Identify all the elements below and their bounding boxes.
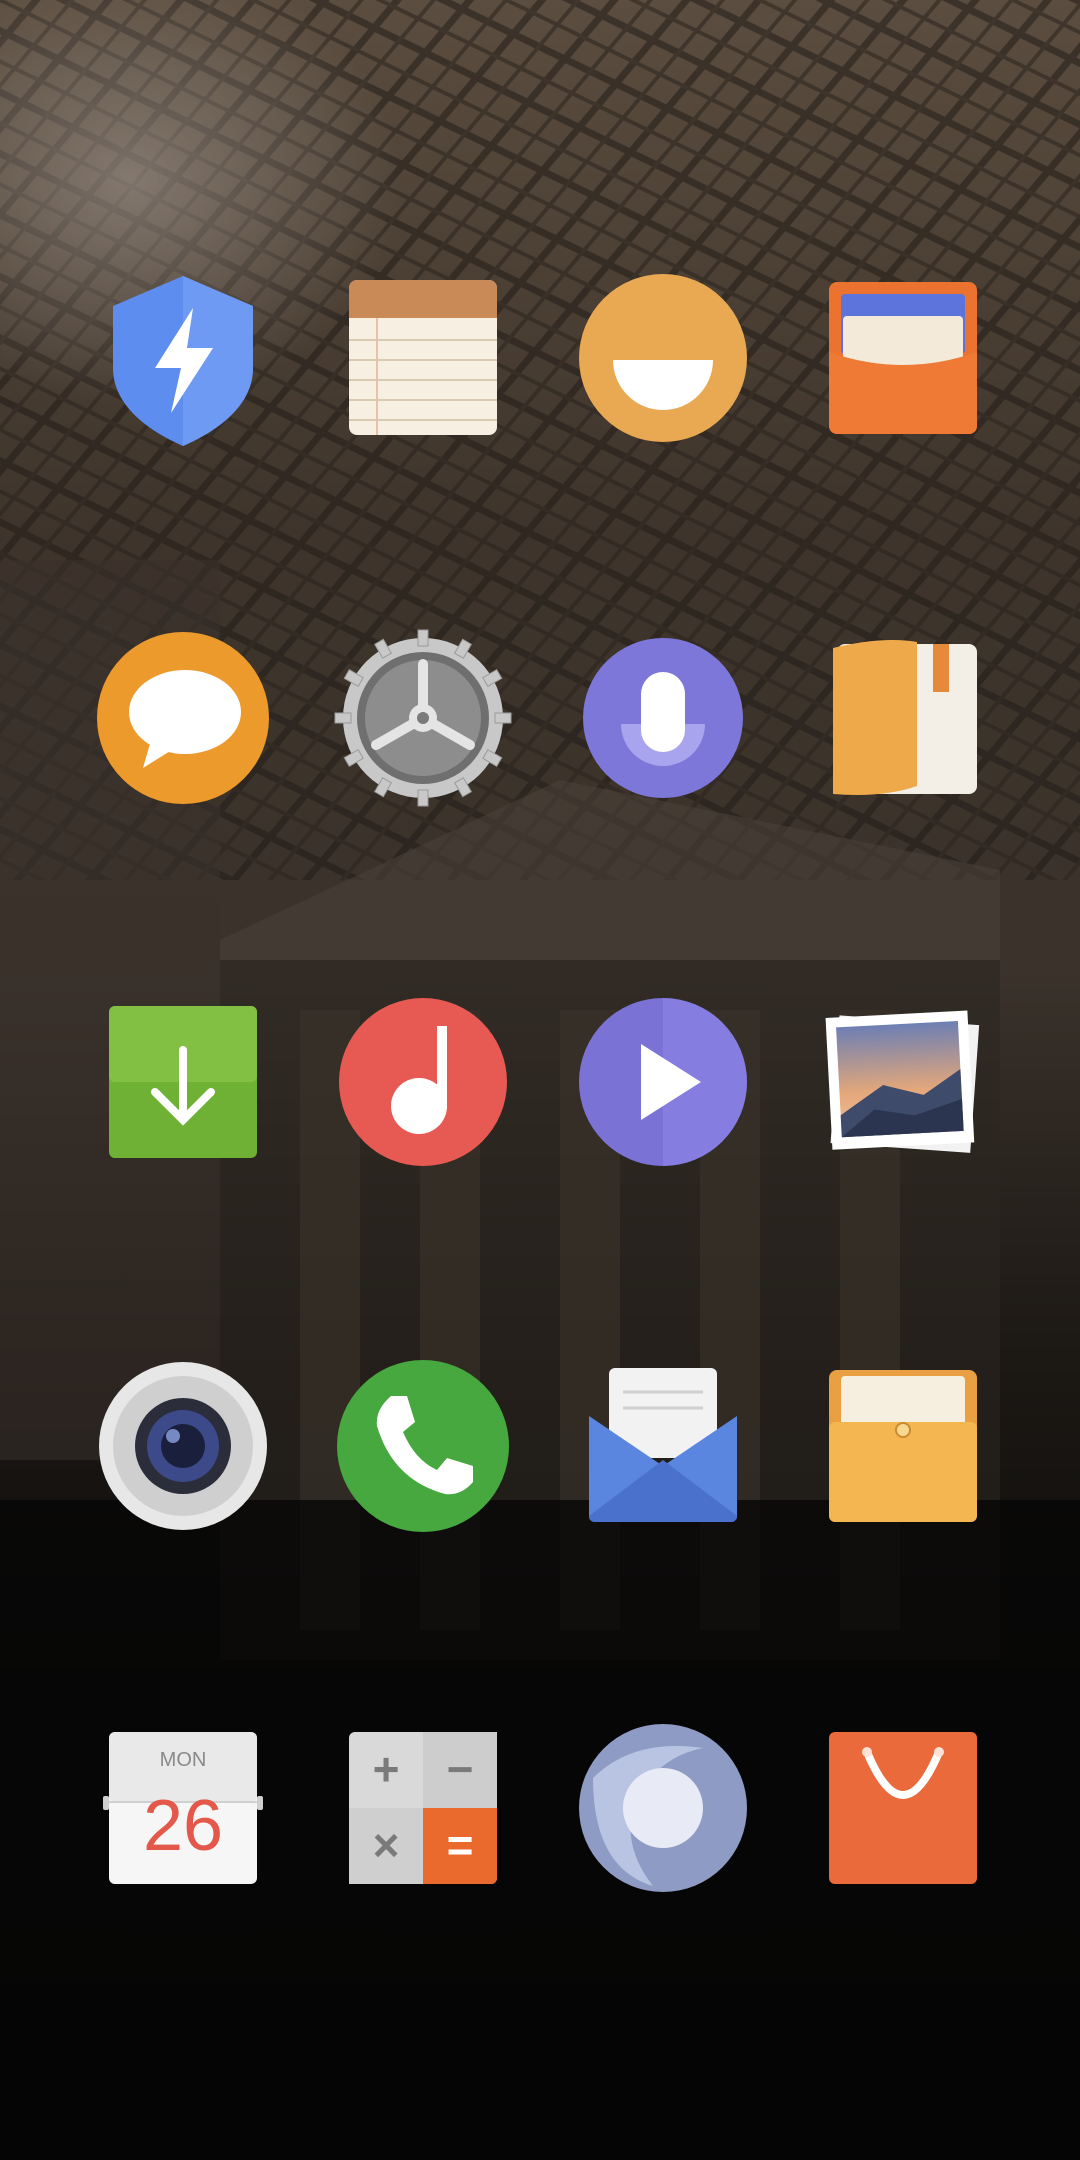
app-downloads[interactable] [93, 992, 273, 1172]
download-arrow-icon [109, 1006, 257, 1158]
gear-icon [334, 629, 512, 807]
globe-orbit-icon [579, 1724, 747, 1892]
calendar-weekday: MON [160, 1749, 207, 1771]
microphone-icon [583, 638, 743, 798]
app-theme[interactable] [573, 268, 753, 448]
app-security[interactable] [93, 268, 273, 448]
app-voice-assistant[interactable] [573, 628, 753, 808]
camera-lens-icon [99, 1362, 267, 1530]
app-reader[interactable] [813, 628, 993, 808]
smile-icon [579, 274, 747, 442]
calendar-icon: MON 26 [103, 1732, 263, 1884]
app-messages[interactable] [93, 628, 273, 808]
calc-equals: = [447, 1819, 474, 1871]
calc-times: × [373, 1819, 400, 1871]
app-store[interactable] [813, 1718, 993, 1898]
shopping-bag-icon [829, 1732, 977, 1884]
wallet-cards-icon [829, 282, 977, 434]
shield-lightning-icon [113, 276, 253, 446]
app-music[interactable] [333, 992, 513, 1172]
app-calculator[interactable]: + − × = [333, 1718, 513, 1898]
phone-handset-icon [337, 1360, 509, 1532]
folder-envelope-icon [829, 1370, 977, 1522]
app-browser[interactable] [573, 1718, 753, 1898]
app-settings[interactable] [333, 628, 513, 808]
app-calendar[interactable]: MON 26 [93, 1718, 273, 1898]
calculator-icon: + − × = [349, 1732, 497, 1884]
music-note-icon [339, 998, 507, 1166]
speech-bubble-icon [97, 632, 269, 804]
play-icon [579, 998, 747, 1166]
app-wallet[interactable] [813, 268, 993, 448]
notepad-icon [349, 280, 497, 435]
app-notes[interactable] [333, 268, 513, 448]
app-file-manager[interactable] [813, 1356, 993, 1536]
app-email[interactable] [573, 1356, 753, 1536]
calc-minus: − [447, 1743, 474, 1795]
app-phone[interactable] [333, 1356, 513, 1536]
app-gallery[interactable] [813, 992, 993, 1172]
app-camera[interactable] [93, 1356, 273, 1536]
book-icon [833, 640, 977, 795]
app-video[interactable] [573, 992, 753, 1172]
envelope-icon [589, 1368, 737, 1523]
calendar-day: 26 [143, 1786, 223, 1866]
photo-stack-icon [825, 1010, 980, 1153]
calc-plus: + [373, 1743, 400, 1795]
